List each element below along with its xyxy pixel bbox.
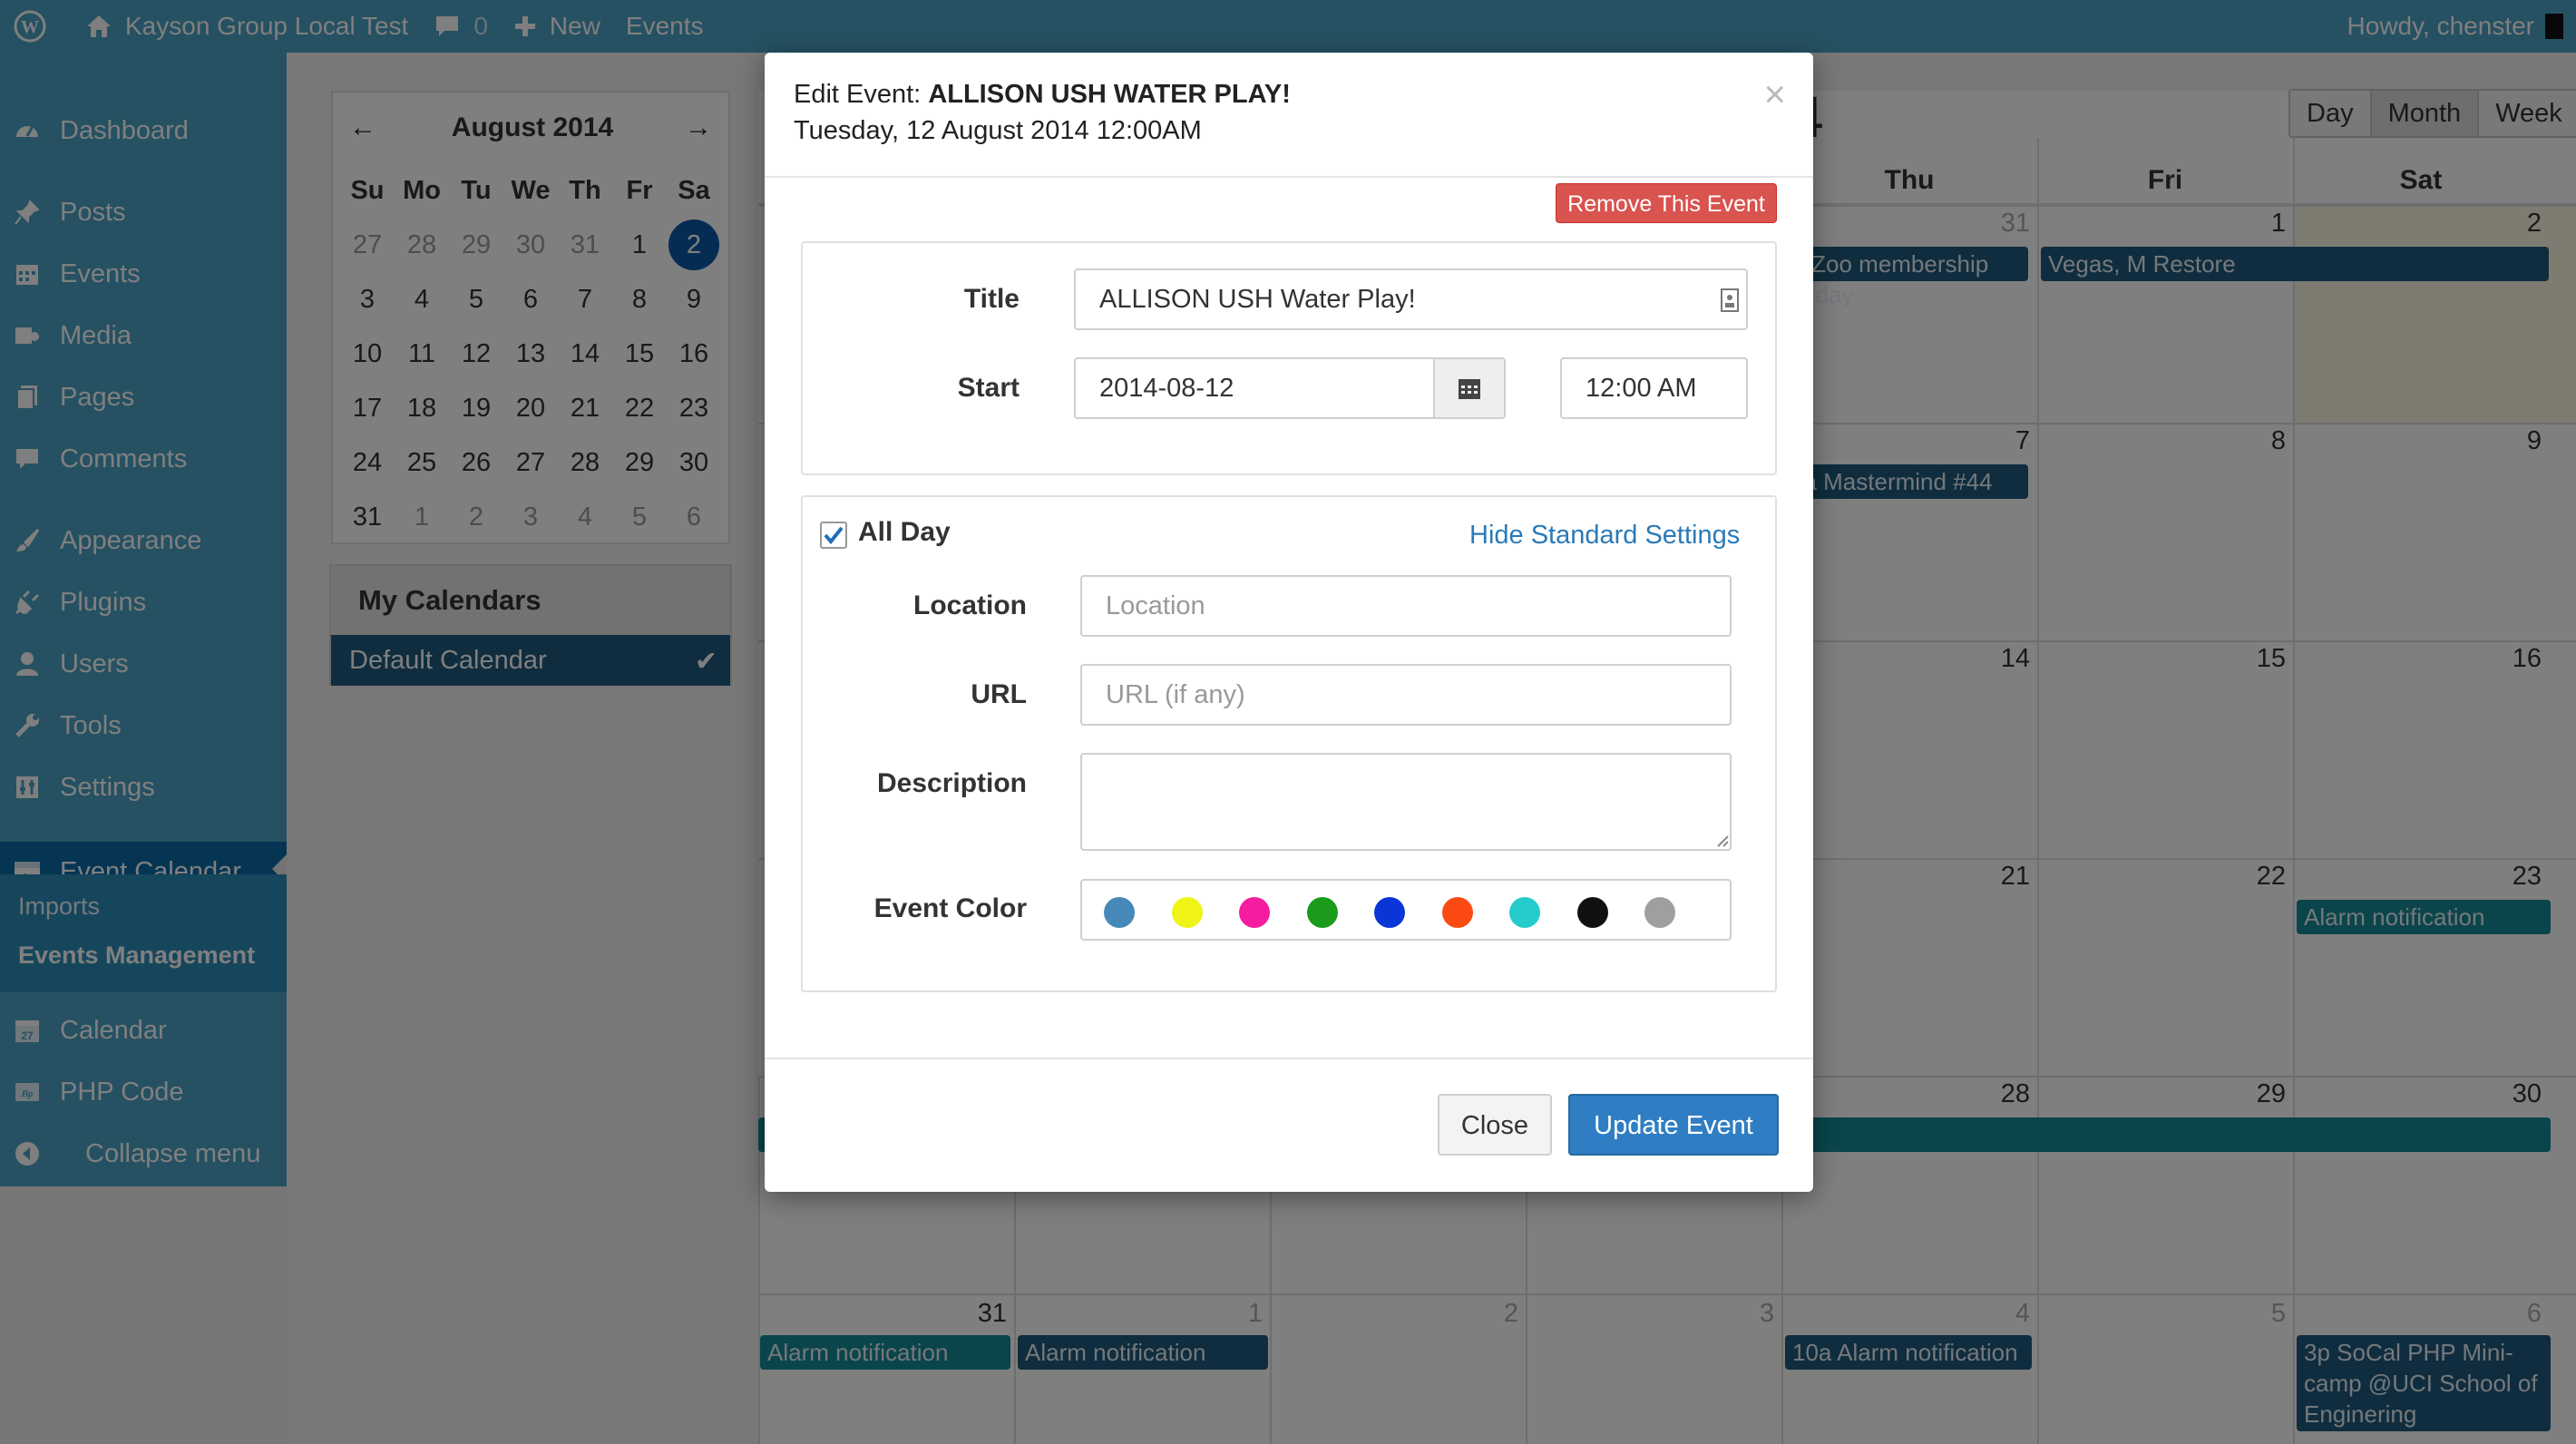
update-event-button[interactable]: Update Event <box>1568 1094 1779 1156</box>
event-color-picker <box>1080 879 1732 941</box>
hide-standard-settings-link[interactable]: Hide Standard Settings <box>1469 521 1740 551</box>
color-swatch[interactable] <box>1104 897 1135 928</box>
color-swatch[interactable] <box>1306 897 1338 928</box>
color-swatch[interactable] <box>1239 897 1270 928</box>
url-input[interactable]: URL (if any) <box>1080 664 1732 726</box>
location-input[interactable]: Location <box>1080 575 1732 637</box>
start-label: Start <box>957 373 1020 403</box>
url-label: URL <box>971 679 1027 709</box>
modal-subtitle: Tuesday, 12 August 2014 12:00AM <box>794 116 1202 145</box>
description-label: Description <box>876 768 1027 798</box>
color-swatch[interactable] <box>1644 897 1675 928</box>
event-color-label: Event Color <box>873 893 1027 923</box>
color-swatch[interactable] <box>1509 897 1540 928</box>
date-picker-button[interactable] <box>1433 357 1506 419</box>
close-icon[interactable]: × <box>1763 73 1786 116</box>
contact-card-icon[interactable] <box>1720 288 1740 313</box>
checkmark-icon <box>824 526 844 545</box>
modal-title-event-name: ALLISON USH WATER PLAY! <box>928 80 1291 109</box>
color-swatch[interactable] <box>1374 897 1405 928</box>
start-time-input[interactable]: 12:00 AM <box>1560 357 1748 419</box>
title-input[interactable]: ALLISON USH Water Play! <box>1074 268 1748 330</box>
remove-event-button[interactable]: Remove This Event <box>1556 183 1777 223</box>
location-label: Location <box>913 590 1027 620</box>
modal-header: Edit Event: ALLISON USH WATER PLAY! Tues… <box>765 53 1813 178</box>
calendar-icon <box>1459 379 1480 399</box>
description-textarea[interactable] <box>1080 753 1732 851</box>
all-day-checkbox[interactable] <box>820 522 847 549</box>
color-swatch[interactable] <box>1576 897 1608 928</box>
all-day-label: All Day <box>858 517 951 547</box>
start-date-input[interactable]: 2014-08-12 <box>1074 357 1437 419</box>
resize-handle-icon[interactable] <box>1714 833 1729 847</box>
modal-title-prefix: Edit Event: <box>794 80 922 109</box>
title-label: Title <box>963 284 1020 314</box>
close-button[interactable]: Close <box>1438 1094 1552 1156</box>
color-swatch[interactable] <box>1441 897 1473 928</box>
color-swatch[interactable] <box>1171 897 1203 928</box>
modal-footer-divider <box>765 1058 1813 1059</box>
modal-title: Edit Event: ALLISON USH WATER PLAY! <box>794 80 1291 110</box>
